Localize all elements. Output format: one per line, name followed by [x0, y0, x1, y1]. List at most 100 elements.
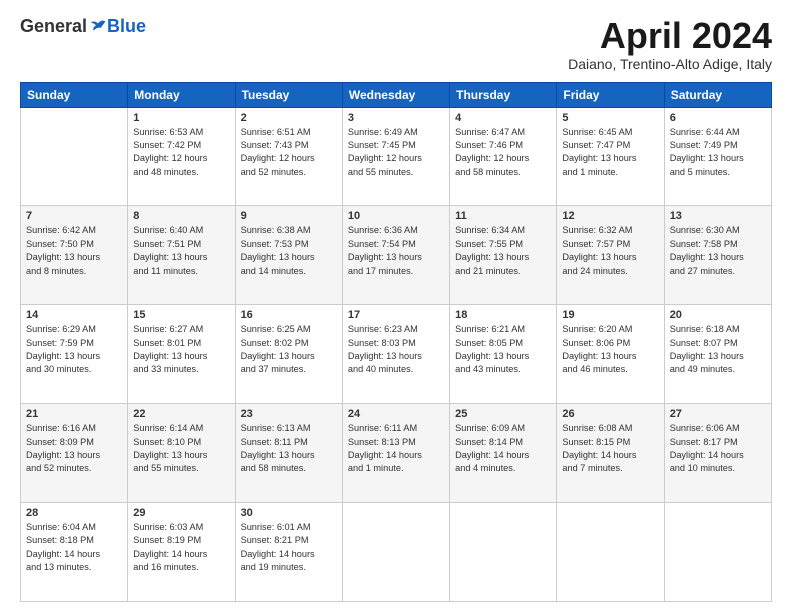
- location-subtitle: Daiano, Trentino-Alto Adige, Italy: [568, 56, 772, 72]
- day-number: 25: [455, 408, 551, 420]
- day-number: 15: [133, 309, 229, 321]
- calendar-cell: 9 Sunrise: 6:38 AMSunset: 7:53 PMDaylight…: [235, 206, 342, 305]
- day-info: Sunrise: 6:21 AMSunset: 8:05 PMDaylight:…: [455, 323, 551, 376]
- day-header-monday: Monday: [128, 82, 235, 107]
- day-number: 7: [26, 210, 122, 222]
- day-header-wednesday: Wednesday: [342, 82, 449, 107]
- day-number: 6: [670, 112, 766, 124]
- calendar-cell: 20 Sunrise: 6:18 AMSunset: 8:07 PMDayligh…: [664, 305, 771, 404]
- day-number: 14: [26, 309, 122, 321]
- day-number: 10: [348, 210, 444, 222]
- day-info: Sunrise: 6:14 AMSunset: 8:10 PMDaylight:…: [133, 422, 229, 475]
- day-info: Sunrise: 6:29 AMSunset: 7:59 PMDaylight:…: [26, 323, 122, 376]
- calendar-cell: 21 Sunrise: 6:16 AMSunset: 8:09 PMDayligh…: [21, 404, 128, 503]
- day-number: 30: [241, 507, 337, 519]
- calendar-cell: 19 Sunrise: 6:20 AMSunset: 8:06 PMDayligh…: [557, 305, 664, 404]
- logo: General Blue: [20, 16, 146, 37]
- day-number: 29: [133, 507, 229, 519]
- day-info: Sunrise: 6:09 AMSunset: 8:14 PMDaylight:…: [455, 422, 551, 475]
- day-info: Sunrise: 6:47 AMSunset: 7:46 PMDaylight:…: [455, 126, 551, 179]
- day-number: 1: [133, 112, 229, 124]
- calendar-cell: [557, 503, 664, 602]
- day-number: 16: [241, 309, 337, 321]
- calendar-cell: 13 Sunrise: 6:30 AMSunset: 7:58 PMDayligh…: [664, 206, 771, 305]
- day-info: Sunrise: 6:06 AMSunset: 8:17 PMDaylight:…: [670, 422, 766, 475]
- calendar-cell: 6 Sunrise: 6:44 AMSunset: 7:49 PMDaylight…: [664, 107, 771, 206]
- calendar-cell: 14 Sunrise: 6:29 AMSunset: 7:59 PMDayligh…: [21, 305, 128, 404]
- day-number: 23: [241, 408, 337, 420]
- month-title: April 2024: [568, 16, 772, 56]
- day-number: 9: [241, 210, 337, 222]
- day-info: Sunrise: 6:49 AMSunset: 7:45 PMDaylight:…: [348, 126, 444, 179]
- calendar-cell: 29 Sunrise: 6:03 AMSunset: 8:19 PMDayligh…: [128, 503, 235, 602]
- day-number: 18: [455, 309, 551, 321]
- day-number: 5: [562, 112, 658, 124]
- title-block: April 2024 Daiano, Trentino-Alto Adige, …: [568, 16, 772, 72]
- day-info: Sunrise: 6:08 AMSunset: 8:15 PMDaylight:…: [562, 422, 658, 475]
- calendar-cell: 28Sunrise: 6:04 AMSunset: 8:18 PMDayligh…: [21, 503, 128, 602]
- day-info: Sunrise: 6:13 AMSunset: 8:11 PMDaylight:…: [241, 422, 337, 475]
- calendar-cell: 10Sunrise: 6:36 AMSunset: 7:54 PMDayligh…: [342, 206, 449, 305]
- day-info: Sunrise: 6:01 AMSunset: 8:21 PMDaylight:…: [241, 521, 337, 574]
- logo-general: General: [20, 16, 87, 37]
- day-number: 26: [562, 408, 658, 420]
- day-info: Sunrise: 6:18 AMSunset: 8:07 PMDaylight:…: [670, 323, 766, 376]
- calendar-cell: 16 Sunrise: 6:25 AMSunset: 8:02 PMDayligh…: [235, 305, 342, 404]
- day-info: Sunrise: 6:34 AMSunset: 7:55 PMDaylight:…: [455, 224, 551, 277]
- calendar-cell: 3 Sunrise: 6:49 AMSunset: 7:45 PMDaylight…: [342, 107, 449, 206]
- day-info: Sunrise: 6:45 AMSunset: 7:47 PMDaylight:…: [562, 126, 658, 179]
- day-info: Sunrise: 6:03 AMSunset: 8:19 PMDaylight:…: [133, 521, 229, 574]
- calendar-cell: 7 Sunrise: 6:42 AMSunset: 7:50 PMDaylight…: [21, 206, 128, 305]
- calendar-cell: 25 Sunrise: 6:09 AMSunset: 8:14 PMDayligh…: [450, 404, 557, 503]
- calendar-cell: 11 Sunrise: 6:34 AMSunset: 7:55 PMDayligh…: [450, 206, 557, 305]
- day-info: Sunrise: 6:51 AMSunset: 7:43 PMDaylight:…: [241, 126, 337, 179]
- day-number: 21: [26, 408, 122, 420]
- day-number: 19: [562, 309, 658, 321]
- day-number: 3: [348, 112, 444, 124]
- day-info: Sunrise: 6:44 AMSunset: 7:49 PMDaylight:…: [670, 126, 766, 179]
- day-number: 12: [562, 210, 658, 222]
- day-number: 13: [670, 210, 766, 222]
- calendar-cell: 27 Sunrise: 6:06 AMSunset: 8:17 PMDayligh…: [664, 404, 771, 503]
- bird-icon: [89, 18, 107, 36]
- logo-blue: Blue: [107, 16, 146, 37]
- day-info: Sunrise: 6:11 AMSunset: 8:13 PMDaylight:…: [348, 422, 444, 475]
- calendar-cell: [450, 503, 557, 602]
- day-number: 17: [348, 309, 444, 321]
- day-info: Sunrise: 6:32 AMSunset: 7:57 PMDaylight:…: [562, 224, 658, 277]
- calendar-cell: 22 Sunrise: 6:14 AMSunset: 8:10 PMDayligh…: [128, 404, 235, 503]
- day-number: 11: [455, 210, 551, 222]
- day-info: Sunrise: 6:25 AMSunset: 8:02 PMDaylight:…: [241, 323, 337, 376]
- day-info: Sunrise: 6:04 AMSunset: 8:18 PMDaylight:…: [26, 521, 122, 574]
- day-number: 22: [133, 408, 229, 420]
- calendar-cell: [21, 107, 128, 206]
- calendar-cell: 2 Sunrise: 6:51 AMSunset: 7:43 PMDaylight…: [235, 107, 342, 206]
- calendar-cell: [342, 503, 449, 602]
- day-number: 8: [133, 210, 229, 222]
- day-info: Sunrise: 6:23 AMSunset: 8:03 PMDaylight:…: [348, 323, 444, 376]
- day-info: Sunrise: 6:53 AMSunset: 7:42 PMDaylight:…: [133, 126, 229, 179]
- calendar-table: SundayMondayTuesdayWednesdayThursdayFrid…: [20, 82, 772, 602]
- calendar-cell: 23 Sunrise: 6:13 AMSunset: 8:11 PMDayligh…: [235, 404, 342, 503]
- day-number: 20: [670, 309, 766, 321]
- day-info: Sunrise: 6:42 AMSunset: 7:50 PMDaylight:…: [26, 224, 122, 277]
- day-number: 27: [670, 408, 766, 420]
- day-header-thursday: Thursday: [450, 82, 557, 107]
- calendar-cell: 15Sunrise: 6:27 AMSunset: 8:01 PMDayligh…: [128, 305, 235, 404]
- day-header-sunday: Sunday: [21, 82, 128, 107]
- calendar-cell: 8 Sunrise: 6:40 AMSunset: 7:51 PMDaylight…: [128, 206, 235, 305]
- day-info: Sunrise: 6:30 AMSunset: 7:58 PMDaylight:…: [670, 224, 766, 277]
- day-info: Sunrise: 6:16 AMSunset: 8:09 PMDaylight:…: [26, 422, 122, 475]
- calendar-cell: 26 Sunrise: 6:08 AMSunset: 8:15 PMDayligh…: [557, 404, 664, 503]
- calendar-cell: 17 Sunrise: 6:23 AMSunset: 8:03 PMDayligh…: [342, 305, 449, 404]
- day-info: Sunrise: 6:40 AMSunset: 7:51 PMDaylight:…: [133, 224, 229, 277]
- calendar-cell: 30 Sunrise: 6:01 AMSunset: 8:21 PMDayligh…: [235, 503, 342, 602]
- day-number: 24: [348, 408, 444, 420]
- day-info: Sunrise: 6:38 AMSunset: 7:53 PMDaylight:…: [241, 224, 337, 277]
- day-info: Sunrise: 6:20 AMSunset: 8:06 PMDaylight:…: [562, 323, 658, 376]
- day-number: 2: [241, 112, 337, 124]
- calendar-cell: [664, 503, 771, 602]
- day-header-tuesday: Tuesday: [235, 82, 342, 107]
- calendar-cell: 12 Sunrise: 6:32 AMSunset: 7:57 PMDayligh…: [557, 206, 664, 305]
- calendar-cell: 5 Sunrise: 6:45 AMSunset: 7:47 PMDaylight…: [557, 107, 664, 206]
